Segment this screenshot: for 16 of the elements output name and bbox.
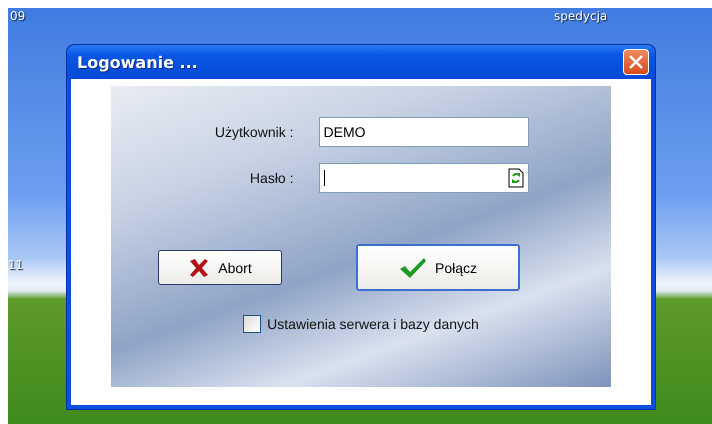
close-button[interactable] [623, 49, 649, 75]
abort-button[interactable]: Abort [158, 250, 282, 285]
window-title: Logowanie ... [77, 52, 198, 72]
field-label: Hasło : [248, 170, 294, 186]
document-refresh-icon[interactable] [508, 168, 524, 188]
cross-icon [188, 258, 210, 278]
field-label: Użytkownik : [214, 124, 294, 140]
connect-button[interactable]: Połącz [356, 244, 520, 291]
checkbox[interactable] [243, 315, 262, 333]
desktop-icon-label[interactable]: spedycja [554, 9, 608, 23]
desktop-icon-label[interactable]: 09 [10, 9, 26, 23]
close-icon [628, 54, 644, 70]
checkbox-label: Ustawienia serwera i bazy danych [267, 316, 479, 332]
checkmark-icon [398, 256, 427, 278]
username-field[interactable]: DEMO [318, 117, 528, 147]
password-field[interactable] [318, 163, 528, 193]
